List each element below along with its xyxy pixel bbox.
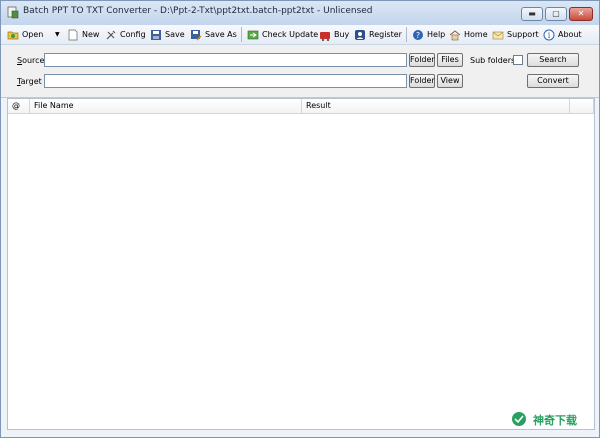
register-user-icon bbox=[355, 29, 365, 40]
open-button[interactable]: Open bbox=[7, 27, 43, 42]
target-view-button[interactable]: View bbox=[437, 74, 463, 88]
maximize-button[interactable]: ▢ bbox=[545, 7, 567, 21]
help-label: Help bbox=[427, 30, 446, 39]
save-button[interactable]: Save bbox=[150, 27, 185, 42]
about-label: About bbox=[558, 30, 582, 39]
window-title: Batch PPT TO TXT Converter - D:\Ppt-2-Tx… bbox=[23, 6, 373, 16]
maximize-icon: ▢ bbox=[552, 9, 560, 18]
path-form: Source Folder Files Sub folders Search T… bbox=[1, 45, 599, 98]
help-button[interactable]: ? Help bbox=[412, 27, 445, 42]
column-header-extra[interactable] bbox=[570, 99, 594, 114]
column-header-status[interactable]: @ bbox=[8, 99, 30, 114]
save-as-button[interactable]: Save As bbox=[190, 27, 237, 42]
save-as-label: Save As bbox=[205, 30, 237, 39]
new-label: New bbox=[82, 30, 100, 39]
tools-icon bbox=[106, 30, 116, 39]
sub-folders-label: Sub folders bbox=[470, 56, 516, 65]
watermark-logo-icon bbox=[512, 412, 526, 426]
help-icon: ? bbox=[413, 29, 423, 40]
config-button[interactable]: Config bbox=[105, 27, 146, 42]
close-button[interactable]: ✕ bbox=[569, 7, 593, 21]
minimize-button[interactable]: ▬ bbox=[521, 7, 543, 21]
config-label: Config bbox=[120, 30, 146, 39]
toolbar: Open ▼ New Config Save Save As Check Upd… bbox=[1, 25, 599, 45]
minimize-icon: ▬ bbox=[528, 9, 536, 18]
buy-label: Buy bbox=[334, 30, 350, 39]
about-button[interactable]: i About bbox=[543, 27, 582, 42]
toolbar-separator bbox=[406, 27, 407, 42]
register-button[interactable]: Register bbox=[354, 27, 402, 42]
target-input[interactable] bbox=[44, 74, 407, 88]
chevron-down-icon: ▼ bbox=[55, 31, 60, 38]
register-label: Register bbox=[369, 30, 402, 39]
file-list[interactable]: @ File Name Result bbox=[7, 98, 595, 430]
svg-text:i: i bbox=[548, 31, 551, 40]
open-label: Open bbox=[22, 30, 44, 39]
svg-text:?: ? bbox=[416, 31, 420, 40]
watermark: 神奇下载 bbox=[511, 409, 591, 429]
watermark-text: 神奇下载 bbox=[533, 414, 577, 427]
app-window: Batch PPT TO TXT Converter - D:\Ppt-2-Tx… bbox=[0, 0, 600, 438]
sub-folders-checkbox[interactable] bbox=[513, 55, 523, 65]
save-as-icon bbox=[191, 29, 202, 41]
home-button[interactable]: Home bbox=[449, 27, 488, 42]
update-icon bbox=[247, 30, 259, 39]
cart-icon bbox=[320, 31, 330, 41]
support-mail-icon bbox=[492, 31, 504, 39]
source-folder-button[interactable]: Folder bbox=[409, 53, 435, 67]
source-files-button[interactable]: Files bbox=[437, 53, 463, 67]
source-input[interactable] bbox=[44, 53, 407, 67]
home-icon bbox=[449, 29, 461, 40]
save-disk-icon bbox=[151, 29, 161, 40]
close-icon: ✕ bbox=[577, 9, 585, 18]
home-label: Home bbox=[464, 30, 488, 39]
check-update-button[interactable]: Check Update bbox=[247, 27, 318, 42]
convert-button[interactable]: Convert bbox=[527, 74, 579, 88]
column-header-result[interactable]: Result bbox=[302, 99, 570, 114]
title-bar: Batch PPT TO TXT Converter - D:\Ppt-2-Tx… bbox=[1, 1, 599, 25]
search-button[interactable]: Search bbox=[527, 53, 579, 67]
support-label: Support bbox=[507, 30, 539, 39]
open-folder-icon bbox=[7, 31, 19, 39]
target-label: Target bbox=[17, 77, 42, 86]
save-label: Save bbox=[165, 30, 185, 39]
target-folder-button[interactable]: Folder bbox=[409, 74, 435, 88]
new-file-icon bbox=[68, 29, 78, 40]
source-label: Source bbox=[17, 56, 45, 65]
column-header-file-name[interactable]: File Name bbox=[30, 99, 302, 114]
info-icon: i bbox=[543, 29, 555, 40]
toolbar-separator bbox=[241, 27, 242, 42]
support-button[interactable]: Support bbox=[492, 27, 539, 42]
check-update-label: Check Update bbox=[262, 30, 319, 39]
buy-button[interactable]: Buy bbox=[319, 27, 349, 42]
open-dropdown-button[interactable]: ▼ bbox=[55, 27, 60, 42]
new-button[interactable]: New bbox=[67, 27, 99, 42]
app-icon bbox=[7, 6, 19, 19]
